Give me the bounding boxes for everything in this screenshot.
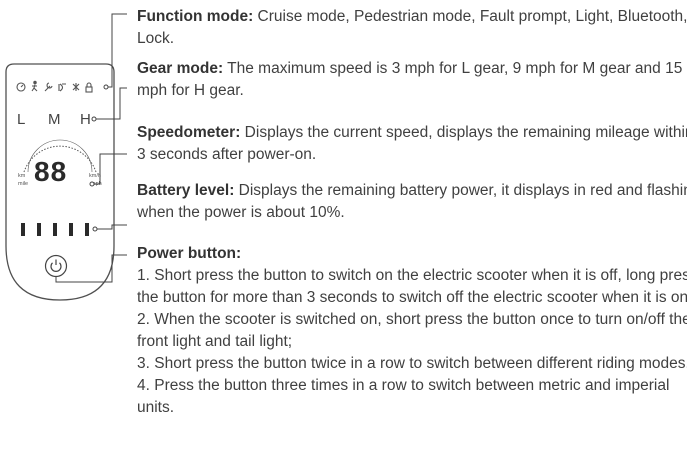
callout-title: Battery level: (137, 182, 235, 199)
speed-digit-readout: 88 (34, 156, 67, 187)
bluetooth-icon (72, 83, 80, 91)
callout-speedometer: Speedometer: Displays the current speed,… (137, 122, 687, 166)
battery-bar (37, 223, 41, 236)
power-step-1: 1. Short press the button to switch on t… (137, 267, 687, 306)
battery-bar (85, 223, 89, 236)
callout-gear-mode: Gear mode: The maximum speed is 3 mph fo… (137, 58, 687, 102)
power-step-2: 2. When the scooter is switched on, shor… (137, 311, 687, 350)
callout-function-mode: Function mode: Cruise mode, Pedestrian m… (137, 6, 687, 50)
fault-wrench-icon (44, 82, 53, 92)
power-step-3: 3. Short press the button twice in a row… (137, 355, 687, 372)
power-icon (50, 259, 62, 272)
status-icons-row (16, 80, 93, 93)
battery-bar (69, 223, 73, 236)
gear-l-label: L (17, 111, 25, 128)
callout-battery-level: Battery level: Displays the remaining ba… (137, 180, 687, 224)
callout-leader-lines (55, 13, 127, 283)
battery-level-bars (21, 223, 89, 236)
unit-kmh: km/h (89, 173, 101, 179)
cruise-icon (16, 82, 26, 92)
callout-title: Power button: (137, 245, 242, 262)
battery-bar (21, 223, 25, 236)
callout-title: Function mode: (137, 8, 254, 25)
lock-icon (85, 82, 93, 93)
unit-km: km (18, 173, 26, 179)
power-step-4: 4. Press the button three times in a row… (137, 377, 670, 416)
gear-m-label: M (48, 111, 61, 128)
power-button[interactable] (44, 254, 68, 278)
gear-h-label: H (80, 111, 91, 128)
pedestrian-icon (31, 80, 38, 92)
battery-bar (53, 223, 57, 236)
callout-power-button: Power button: 1. Short press the button … (137, 243, 687, 419)
callout-title: Gear mode: (137, 60, 224, 77)
light-icon (58, 83, 66, 92)
callout-title: Speedometer: (137, 124, 241, 141)
unit-mile: mile (18, 181, 28, 187)
speed-digits: 88 (34, 156, 67, 187)
